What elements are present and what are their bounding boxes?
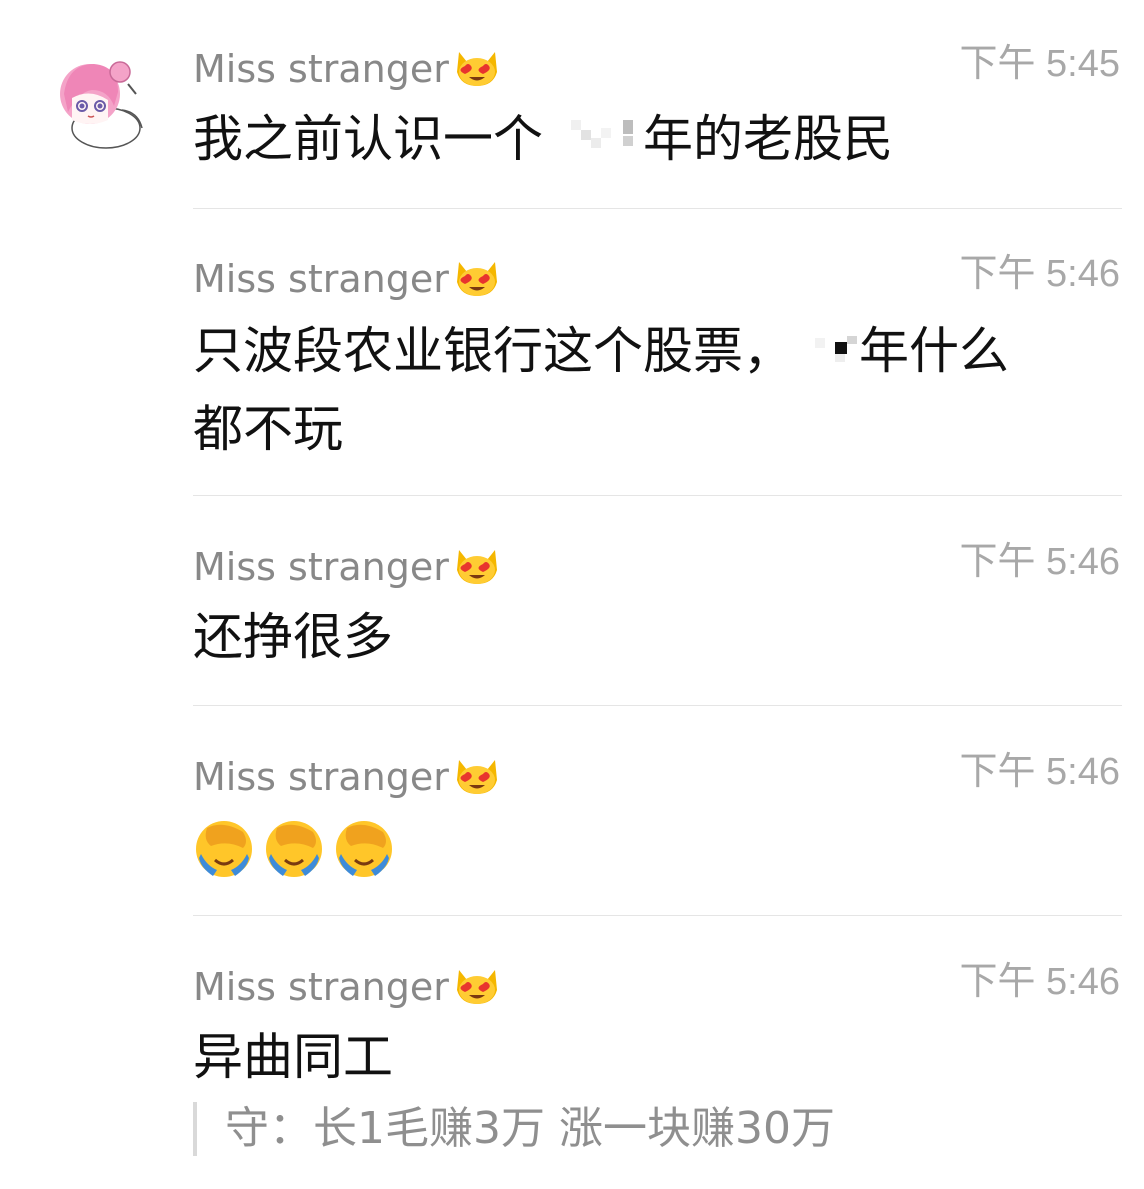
heart-eyes-cat-icon [453, 540, 501, 597]
message-emojis[interactable] [193, 818, 395, 880]
divider [193, 495, 1122, 496]
heart-eyes-cat-icon [453, 252, 501, 309]
sender-name[interactable]: Miss stranger [193, 540, 501, 597]
sender-label: Miss stranger [193, 965, 449, 1009]
divider [193, 915, 1122, 916]
text-part: 年什么 [859, 322, 1009, 380]
text-part: 我之前认识一个 [193, 110, 543, 168]
message-text[interactable]: 还挣很多 [193, 600, 1098, 674]
sender-label: Miss stranger [193, 47, 449, 91]
sender-name[interactable]: Miss stranger [193, 750, 501, 807]
timestamp: 下午 5:45 [959, 43, 1120, 85]
divider [193, 705, 1122, 706]
facepalm-crying-icon [196, 821, 252, 877]
sender-name[interactable]: Miss stranger [193, 42, 501, 99]
text-part: 只波段农业银行这个股票， [193, 322, 793, 380]
message-text[interactable]: 只波段农业银行这个股票， 年什么 都不玩 [193, 314, 1098, 466]
censored-mosaic [543, 106, 643, 180]
message-text[interactable]: 异曲同工 [193, 1020, 1098, 1094]
sender-name[interactable]: Miss stranger [193, 252, 501, 309]
heart-eyes-cat-icon [453, 960, 501, 1017]
sender-label: Miss stranger [193, 257, 449, 301]
anime-girl-avatar-icon [60, 61, 143, 149]
heart-eyes-cat-icon [453, 42, 501, 99]
timestamp: 下午 5:46 [959, 541, 1120, 583]
divider [193, 208, 1122, 209]
avatar[interactable] [48, 50, 152, 154]
message-text[interactable]: 我之前认识一个 年的老股民 [193, 102, 1098, 180]
facepalm-crying-icon [336, 821, 392, 877]
timestamp: 下午 5:46 [959, 961, 1120, 1003]
timestamp: 下午 5:46 [959, 751, 1120, 793]
heart-eyes-cat-icon [453, 750, 501, 807]
text-part: 年的老股民 [643, 110, 893, 168]
sender-label: Miss stranger [193, 545, 449, 589]
quoted-message[interactable]: 守：长1毛赚3万 涨一块赚30万 [193, 1102, 835, 1156]
facepalm-crying-icon [266, 821, 322, 877]
censored-mosaic [793, 318, 859, 392]
sender-label: Miss stranger [193, 755, 449, 799]
sender-name[interactable]: Miss stranger [193, 960, 501, 1017]
text-part: 都不玩 [193, 400, 343, 458]
timestamp: 下午 5:46 [959, 253, 1120, 295]
